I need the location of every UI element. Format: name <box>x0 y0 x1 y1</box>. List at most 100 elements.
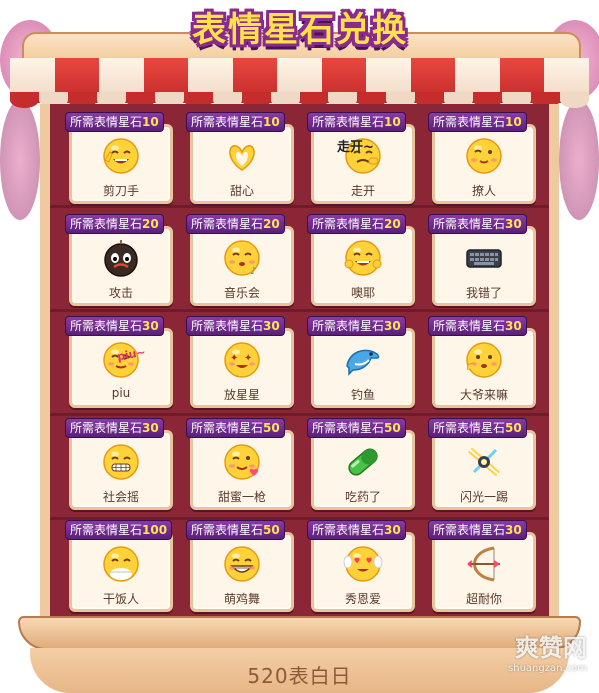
smiley-big-grin-icon <box>222 544 262 584</box>
item-name: 萌鸡舞 <box>223 592 260 606</box>
cost-tag: 所需表情星石30 <box>186 316 285 336</box>
title-banner: 表情星石兑换 <box>150 0 450 52</box>
page-title: 表情星石兑换 <box>192 9 408 50</box>
green-pill-icon <box>343 442 383 482</box>
cost-value: 30 <box>505 319 522 333</box>
smiley-beckon-icon <box>464 340 504 380</box>
svg-text:♪: ♪ <box>250 266 256 277</box>
exchange-item-card[interactable]: 所需表情星石30 ✦ ✦ 放星星 <box>186 316 298 408</box>
cost-value: 20 <box>384 217 401 231</box>
item-name: 音乐会 <box>223 286 260 300</box>
cost-label: 所需表情星石 <box>191 421 264 435</box>
cost-tag: 所需表情星石30 <box>65 316 164 336</box>
smiley-scissors-hand-icon <box>101 136 141 176</box>
cost-value: 10 <box>505 115 522 129</box>
heart-hands-icon <box>222 136 262 176</box>
cost-tag: 所需表情星石30 <box>307 316 406 336</box>
cost-label: 所需表情星石 <box>70 115 143 129</box>
cost-label: 所需表情星石 <box>312 523 385 537</box>
cost-value: 50 <box>505 421 522 435</box>
item-name: 噢耶 <box>350 286 375 300</box>
cost-label: 所需表情星石 <box>70 421 143 435</box>
exchange-item-card[interactable]: 所需表情星石10 撩人 <box>428 112 540 204</box>
cost-tag: 所需表情星石30 <box>428 214 527 234</box>
exchange-item-card[interactable]: 所需表情星石30 社会摇 <box>65 418 177 510</box>
item-name: 撩人 <box>471 184 496 198</box>
exchange-screen: 表情星石兑换 所需表情星石10 剪刀手 所需表情星石10 甜心 所需表情星石10 走开~ 走… <box>0 0 599 693</box>
cost-label: 所需表情星石 <box>312 421 385 435</box>
cost-value: 20 <box>263 217 280 231</box>
watermark: 爽赞网 shuangzan.com <box>508 628 587 674</box>
cost-label: 所需表情星石 <box>191 115 264 129</box>
cost-value: 30 <box>142 421 159 435</box>
exchange-item-card[interactable]: 所需表情星石10 甜心 <box>186 112 298 204</box>
exchange-item-card[interactable]: 所需表情星石50 闪光一踢 <box>428 418 540 510</box>
black-bomb-face-icon <box>101 238 141 278</box>
flower-decoration <box>559 100 599 220</box>
cost-value: 30 <box>505 523 522 537</box>
cost-label: 所需表情星石 <box>312 217 385 231</box>
exchange-item-card[interactable]: 所需表情星石30 piu~ piu <box>65 316 177 408</box>
cost-tag: 所需表情星石10 <box>65 112 164 132</box>
cost-value: 30 <box>505 217 522 231</box>
bow-arrow-icon <box>464 544 504 584</box>
exchange-item-card[interactable]: 所需表情星石100 干饭人 <box>65 520 177 612</box>
sticker-caption: 走开~ <box>337 140 374 155</box>
cost-label: 所需表情星石 <box>433 523 506 537</box>
item-name: 大爷来嘛 <box>459 388 508 402</box>
exchange-item-card[interactable]: 所需表情星石30 超耐你 <box>428 520 540 612</box>
item-name: 干饭人 <box>102 592 139 606</box>
cost-tag: 所需表情星石30 <box>428 520 527 540</box>
item-name: 甜心 <box>229 184 254 198</box>
item-name: 攻击 <box>108 286 133 300</box>
smiley-grin-shake-icon <box>101 442 141 482</box>
cost-label: 所需表情星石 <box>191 319 264 333</box>
exchange-item-card[interactable]: 所需表情星石30 钓鱼 <box>307 316 419 408</box>
cost-tag: 所需表情星石20 <box>307 214 406 234</box>
exchange-item-card[interactable]: 所需表情星石20 攻击 <box>65 214 177 306</box>
item-name: 走开 <box>350 184 375 198</box>
item-name: 超耐你 <box>465 592 502 606</box>
exchange-item-card[interactable]: 所需表情星石50 吃药了 <box>307 418 419 510</box>
smiley-wink-heart-icon <box>222 442 262 482</box>
flash-kick-icon <box>464 442 504 482</box>
exchange-item-card[interactable]: 所需表情星石10 剪刀手 <box>65 112 177 204</box>
cost-tag: 所需表情星石100 <box>65 520 173 540</box>
exchange-item-card[interactable]: 所需表情星石30 秀恩爱 <box>307 520 419 612</box>
cost-tag: 所需表情星石30 <box>307 520 406 540</box>
cost-value: 50 <box>263 421 280 435</box>
exchange-item-card[interactable]: 所需表情星石20 噢耶 <box>307 214 419 306</box>
cost-value: 30 <box>263 319 280 333</box>
exchange-item-card[interactable]: 所需表情星石30 大爷来嘛 <box>428 316 540 408</box>
smiley-cheer-icon <box>343 238 383 278</box>
smiley-rice-bowl-icon <box>101 544 141 584</box>
exchange-item-card[interactable]: 所需表情星石20 ♪ 音乐会 <box>186 214 298 306</box>
item-name: 我错了 <box>465 286 502 300</box>
cost-tag: 所需表情星石20 <box>186 214 285 234</box>
cost-label: 所需表情星石 <box>191 523 264 537</box>
keyboard-icon <box>464 238 504 278</box>
cost-value: 10 <box>263 115 280 129</box>
item-name: 剪刀手 <box>102 184 139 198</box>
cost-value: 20 <box>142 217 159 231</box>
cost-tag: 所需表情星石50 <box>186 418 285 438</box>
flower-decoration <box>0 100 40 220</box>
exchange-item-card[interactable]: 所需表情星石50 萌鸡舞 <box>186 520 298 612</box>
smiley-angel-love-icon <box>343 544 383 584</box>
cost-value: 30 <box>384 319 401 333</box>
cost-value: 50 <box>384 421 401 435</box>
cost-tag: 所需表情星石50 <box>428 418 527 438</box>
item-name: 吃药了 <box>344 490 381 504</box>
item-name: 社会摇 <box>102 490 139 504</box>
cost-label: 所需表情星石 <box>433 217 506 231</box>
exchange-item-card[interactable]: 所需表情星石10 走开~ 走开 <box>307 112 419 204</box>
cost-label: 所需表情星石 <box>70 217 143 231</box>
item-name: 甜蜜一枪 <box>217 490 266 504</box>
cost-value: 50 <box>263 523 280 537</box>
cost-tag: 所需表情星石10 <box>186 112 285 132</box>
cost-tag: 所需表情星石10 <box>428 112 527 132</box>
cost-value: 100 <box>142 523 168 537</box>
smiley-flirt-icon <box>464 136 504 176</box>
exchange-item-card[interactable]: 所需表情星石50 甜蜜一枪 <box>186 418 298 510</box>
exchange-item-card[interactable]: 所需表情星石30 我错了 <box>428 214 540 306</box>
